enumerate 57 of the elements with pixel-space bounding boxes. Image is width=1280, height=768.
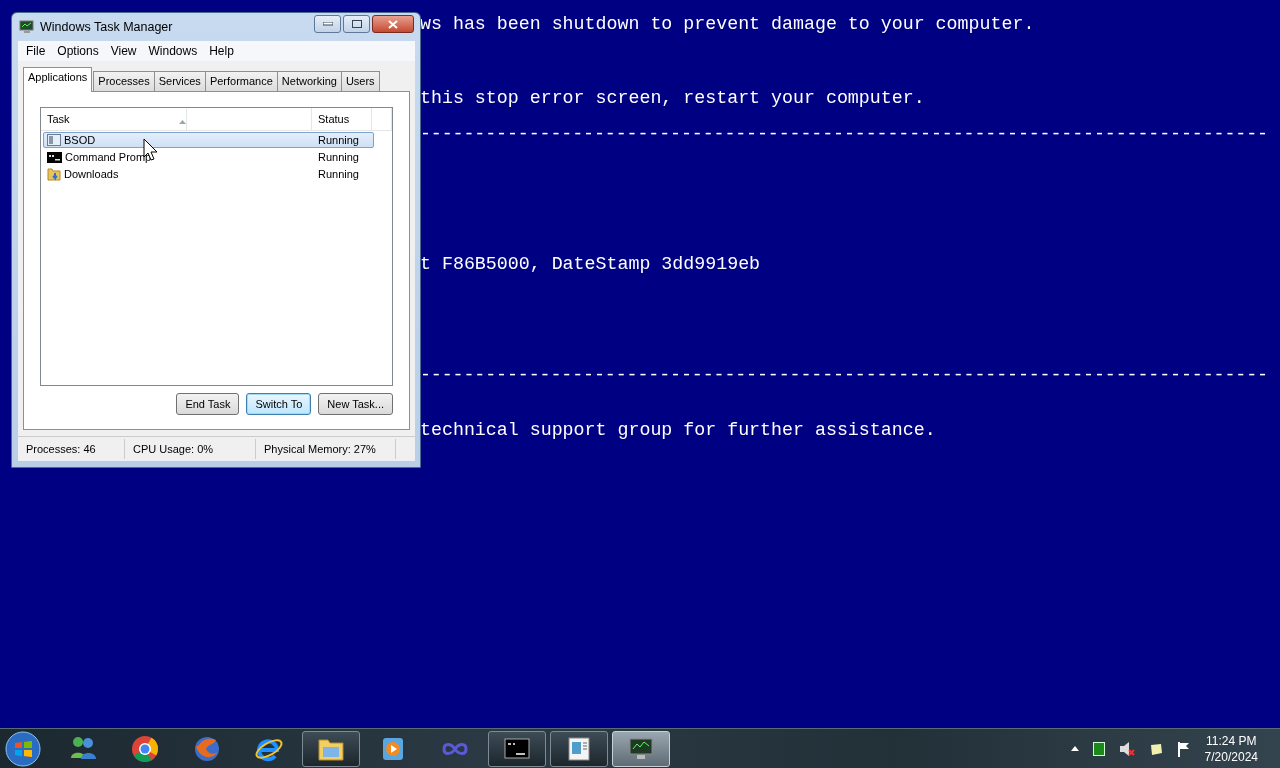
show-hidden-icons-icon[interactable] bbox=[1070, 746, 1079, 751]
menu-item[interactable]: Help bbox=[203, 44, 240, 58]
dialog-button[interactable]: New Task... bbox=[318, 393, 393, 415]
menu-item[interactable]: Options bbox=[51, 44, 105, 58]
maximize-button[interactable] bbox=[343, 15, 370, 33]
menu-item[interactable]: Windows bbox=[142, 44, 204, 58]
close-button[interactable] bbox=[372, 15, 414, 33]
tab[interactable]: Performance bbox=[204, 71, 278, 91]
taskbar-button[interactable] bbox=[550, 730, 608, 767]
clock-date: 7/20/2024 bbox=[1204, 748, 1258, 765]
taskbar-button[interactable] bbox=[612, 730, 670, 767]
start-button[interactable] bbox=[5, 730, 41, 767]
error-text: ws has been shutdown to prevent damage to your computer. bbox=[420, 13, 1035, 35]
task-row[interactable]: BSOD Running bbox=[43, 132, 374, 148]
status-text: Physical Memory: 27% bbox=[256, 439, 396, 459]
dashed-rule: ------------------------------------------------------------------------------ bbox=[420, 123, 1268, 145]
tab[interactable]: Applications bbox=[23, 67, 93, 92]
taskbar-button[interactable] bbox=[302, 730, 360, 767]
task-status: Running bbox=[317, 134, 360, 146]
task-status: Running bbox=[317, 168, 360, 180]
menu-item[interactable]: View bbox=[104, 44, 143, 58]
muted-speaker-icon[interactable] bbox=[1118, 740, 1135, 757]
tab[interactable]: Services bbox=[153, 71, 206, 91]
tray-app-icon[interactable] bbox=[1148, 741, 1163, 756]
monitor-icon bbox=[19, 20, 35, 34]
window-icon bbox=[47, 134, 61, 146]
task-row[interactable]: Downloads Running bbox=[43, 166, 374, 182]
dialog-button[interactable]: Switch To bbox=[246, 393, 312, 415]
dialog-button[interactable]: End Task bbox=[176, 393, 240, 415]
task-status: Running bbox=[317, 151, 360, 163]
error-text: t F86B5000, DateStamp 3dd9919eb bbox=[420, 253, 761, 275]
taskbar-button[interactable] bbox=[488, 730, 546, 767]
folder-icon bbox=[47, 167, 61, 181]
sort-arrow-icon bbox=[179, 120, 186, 124]
column-header[interactable]: Status bbox=[312, 108, 372, 130]
infinity-icon bbox=[442, 742, 468, 755]
minimize-icon bbox=[322, 22, 333, 26]
status-text: Processes: 46 bbox=[18, 439, 125, 459]
menu-item[interactable]: File bbox=[20, 44, 52, 58]
tab[interactable]: Networking bbox=[276, 71, 342, 91]
maximize-icon bbox=[351, 20, 362, 28]
task-name: Downloads bbox=[64, 168, 119, 180]
status-text: CPU Usage: 0% bbox=[125, 439, 256, 459]
chrome-icon bbox=[130, 733, 160, 764]
error-text: technical support group for further assistance. bbox=[420, 419, 936, 441]
flag-icon[interactable] bbox=[1176, 740, 1191, 757]
tab[interactable]: Processes bbox=[93, 71, 155, 91]
error-text: this stop error screen, restart your computer. bbox=[420, 87, 925, 109]
task-name: BSOD bbox=[64, 134, 96, 146]
tab[interactable]: Users bbox=[340, 71, 380, 91]
tray-square-icon[interactable] bbox=[1092, 741, 1105, 756]
minimize-button[interactable] bbox=[314, 15, 341, 33]
console-icon bbox=[47, 151, 62, 163]
clock-time: 11:24 PM bbox=[1206, 732, 1257, 749]
dashed-rule: ------------------------------------------------------------------------------ bbox=[420, 364, 1268, 386]
window-title: Windows Task Manager bbox=[40, 20, 174, 34]
close-icon bbox=[388, 19, 398, 29]
